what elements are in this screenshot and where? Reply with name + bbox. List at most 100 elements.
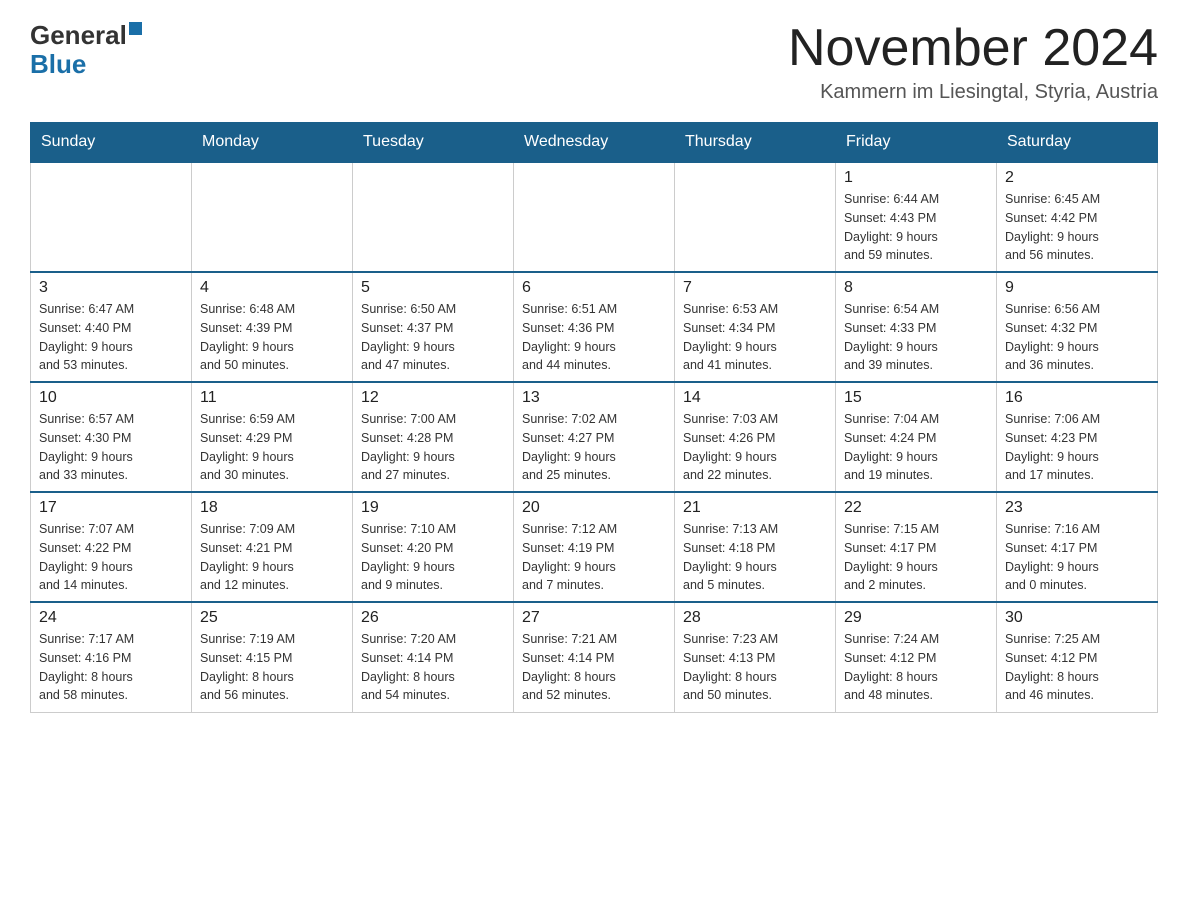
day-info: Sunrise: 7:20 AM Sunset: 4:14 PM Dayligh… <box>361 630 505 705</box>
day-info: Sunrise: 6:50 AM Sunset: 4:37 PM Dayligh… <box>361 300 505 375</box>
week-row-1: 1 Sunrise: 6:44 AM Sunset: 4:43 PM Daylig… <box>31 162 1158 272</box>
day-info: Sunrise: 6:45 AM Sunset: 4:42 PM Dayligh… <box>1005 190 1149 265</box>
day-number: 8 <box>844 279 988 297</box>
col-wednesday: Wednesday <box>514 123 675 163</box>
table-row: 26Sunrise: 7:20 AM Sunset: 4:14 PM Dayli… <box>353 602 514 712</box>
day-info: Sunrise: 7:03 AM Sunset: 4:26 PM Dayligh… <box>683 410 827 485</box>
week-row-5: 24 Sunrise: 7:17 AM Sunset: 4:16 PM Dayli… <box>31 602 1158 712</box>
day-number: 23 <box>1005 499 1149 517</box>
day-info: Sunrise: 7:00 AM Sunset: 4:28 PM Dayligh… <box>361 410 505 485</box>
col-saturday: Saturday <box>997 123 1158 163</box>
logo-blue: Blue <box>30 49 86 79</box>
table-row: 11 Sunrise: 6:59 AM Sunset: 4:29 PM Dayli… <box>192 382 353 492</box>
day-info: Sunrise: 6:59 AM Sunset: 4:29 PM Dayligh… <box>200 410 344 485</box>
day-info: Sunrise: 7:19 AM Sunset: 4:15 PM Dayligh… <box>200 630 344 705</box>
table-row <box>675 162 836 272</box>
day-number: 24 <box>39 609 183 627</box>
day-info: Sunrise: 7:23 AM Sunset: 4:13 PM Dayligh… <box>683 630 827 705</box>
table-row: 3Sunrise: 6:47 AM Sunset: 4:40 PM Daylig… <box>31 272 192 382</box>
day-number: 3 <box>39 279 183 297</box>
table-row: 27 Sunrise: 7:21 AM Sunset: 4:14 PM Dayli… <box>514 602 675 712</box>
day-number: 27 <box>522 609 666 627</box>
week-row-3: 10Sunrise: 6:57 AM Sunset: 4:30 PM Dayli… <box>31 382 1158 492</box>
table-row: 28 Sunrise: 7:23 AM Sunset: 4:13 PM Dayli… <box>675 602 836 712</box>
title-area: November 2024 Kammern im Liesingtal, Sty… <box>788 20 1158 104</box>
day-number: 7 <box>683 279 827 297</box>
col-sunday: Sunday <box>31 123 192 163</box>
table-row: 23Sunrise: 7:16 AM Sunset: 4:17 PM Dayli… <box>997 492 1158 602</box>
day-info: Sunrise: 7:06 AM Sunset: 4:23 PM Dayligh… <box>1005 410 1149 485</box>
day-info: Sunrise: 6:57 AM Sunset: 4:30 PM Dayligh… <box>39 410 183 485</box>
day-info: Sunrise: 7:02 AM Sunset: 4:27 PM Dayligh… <box>522 410 666 485</box>
day-number: 19 <box>361 499 505 517</box>
day-info: Sunrise: 7:07 AM Sunset: 4:22 PM Dayligh… <box>39 520 183 595</box>
day-number: 29 <box>844 609 988 627</box>
table-row <box>353 162 514 272</box>
col-friday: Friday <box>836 123 997 163</box>
col-tuesday: Tuesday <box>353 123 514 163</box>
table-row: 13 Sunrise: 7:02 AM Sunset: 4:27 PM Dayli… <box>514 382 675 492</box>
day-number: 4 <box>200 279 344 297</box>
table-row: 25 Sunrise: 7:19 AM Sunset: 4:15 PM Dayli… <box>192 602 353 712</box>
table-row: 8 Sunrise: 6:54 AM Sunset: 4:33 PM Daylig… <box>836 272 997 382</box>
day-number: 30 <box>1005 609 1149 627</box>
day-number: 20 <box>522 499 666 517</box>
table-row: 2 Sunrise: 6:45 AM Sunset: 4:42 PM Daylig… <box>997 162 1158 272</box>
day-number: 6 <box>522 279 666 297</box>
table-row: 5 Sunrise: 6:50 AM Sunset: 4:37 PM Daylig… <box>353 272 514 382</box>
day-info: Sunrise: 7:04 AM Sunset: 4:24 PM Dayligh… <box>844 410 988 485</box>
table-row: 6 Sunrise: 6:51 AM Sunset: 4:36 PM Daylig… <box>514 272 675 382</box>
month-title: November 2024 <box>788 20 1158 77</box>
table-row: 10Sunrise: 6:57 AM Sunset: 4:30 PM Dayli… <box>31 382 192 492</box>
table-row: 17 Sunrise: 7:07 AM Sunset: 4:22 PM Dayli… <box>31 492 192 602</box>
header-row: Sunday Monday Tuesday Wednesday Thursday… <box>31 123 1158 163</box>
table-row: 24 Sunrise: 7:17 AM Sunset: 4:16 PM Dayli… <box>31 602 192 712</box>
day-number: 18 <box>200 499 344 517</box>
day-number: 1 <box>844 169 988 187</box>
table-row: 7 Sunrise: 6:53 AM Sunset: 4:34 PM Daylig… <box>675 272 836 382</box>
table-row: 18Sunrise: 7:09 AM Sunset: 4:21 PM Dayli… <box>192 492 353 602</box>
day-number: 12 <box>361 389 505 407</box>
logo-general: General <box>30 20 127 50</box>
day-info: Sunrise: 6:56 AM Sunset: 4:32 PM Dayligh… <box>1005 300 1149 375</box>
day-info: Sunrise: 6:54 AM Sunset: 4:33 PM Dayligh… <box>844 300 988 375</box>
week-row-2: 3Sunrise: 6:47 AM Sunset: 4:40 PM Daylig… <box>31 272 1158 382</box>
location-subtitle: Kammern im Liesingtal, Styria, Austria <box>788 81 1158 104</box>
day-info: Sunrise: 7:15 AM Sunset: 4:17 PM Dayligh… <box>844 520 988 595</box>
table-row: 16Sunrise: 7:06 AM Sunset: 4:23 PM Dayli… <box>997 382 1158 492</box>
table-row: 14 Sunrise: 7:03 AM Sunset: 4:26 PM Dayli… <box>675 382 836 492</box>
day-info: Sunrise: 7:13 AM Sunset: 4:18 PM Dayligh… <box>683 520 827 595</box>
day-number: 22 <box>844 499 988 517</box>
day-info: Sunrise: 7:25 AM Sunset: 4:12 PM Dayligh… <box>1005 630 1149 705</box>
table-row: 9 Sunrise: 6:56 AM Sunset: 4:32 PM Daylig… <box>997 272 1158 382</box>
day-info: Sunrise: 7:10 AM Sunset: 4:20 PM Dayligh… <box>361 520 505 595</box>
table-row: 29 Sunrise: 7:24 AM Sunset: 4:12 PM Dayli… <box>836 602 997 712</box>
table-row: 1 Sunrise: 6:44 AM Sunset: 4:43 PM Daylig… <box>836 162 997 272</box>
table-row: 15 Sunrise: 7:04 AM Sunset: 4:24 PM Dayli… <box>836 382 997 492</box>
day-number: 17 <box>39 499 183 517</box>
day-info: Sunrise: 6:44 AM Sunset: 4:43 PM Dayligh… <box>844 190 988 265</box>
day-number: 11 <box>200 389 344 407</box>
day-number: 13 <box>522 389 666 407</box>
day-number: 14 <box>683 389 827 407</box>
table-row <box>514 162 675 272</box>
week-row-4: 17 Sunrise: 7:07 AM Sunset: 4:22 PM Dayli… <box>31 492 1158 602</box>
day-number: 9 <box>1005 279 1149 297</box>
day-info: Sunrise: 7:17 AM Sunset: 4:16 PM Dayligh… <box>39 630 183 705</box>
table-row: 12 Sunrise: 7:00 AM Sunset: 4:28 PM Dayli… <box>353 382 514 492</box>
day-info: Sunrise: 7:21 AM Sunset: 4:14 PM Dayligh… <box>522 630 666 705</box>
day-number: 2 <box>1005 169 1149 187</box>
day-info: Sunrise: 7:24 AM Sunset: 4:12 PM Dayligh… <box>844 630 988 705</box>
day-info: Sunrise: 6:48 AM Sunset: 4:39 PM Dayligh… <box>200 300 344 375</box>
table-row <box>31 162 192 272</box>
day-info: Sunrise: 6:51 AM Sunset: 4:36 PM Dayligh… <box>522 300 666 375</box>
table-row <box>192 162 353 272</box>
day-info: Sunrise: 6:53 AM Sunset: 4:34 PM Dayligh… <box>683 300 827 375</box>
day-number: 25 <box>200 609 344 627</box>
day-number: 15 <box>844 389 988 407</box>
day-number: 28 <box>683 609 827 627</box>
table-row: 30 Sunrise: 7:25 AM Sunset: 4:12 PM Dayli… <box>997 602 1158 712</box>
table-row: 19 Sunrise: 7:10 AM Sunset: 4:20 PM Dayli… <box>353 492 514 602</box>
day-number: 21 <box>683 499 827 517</box>
day-number: 5 <box>361 279 505 297</box>
